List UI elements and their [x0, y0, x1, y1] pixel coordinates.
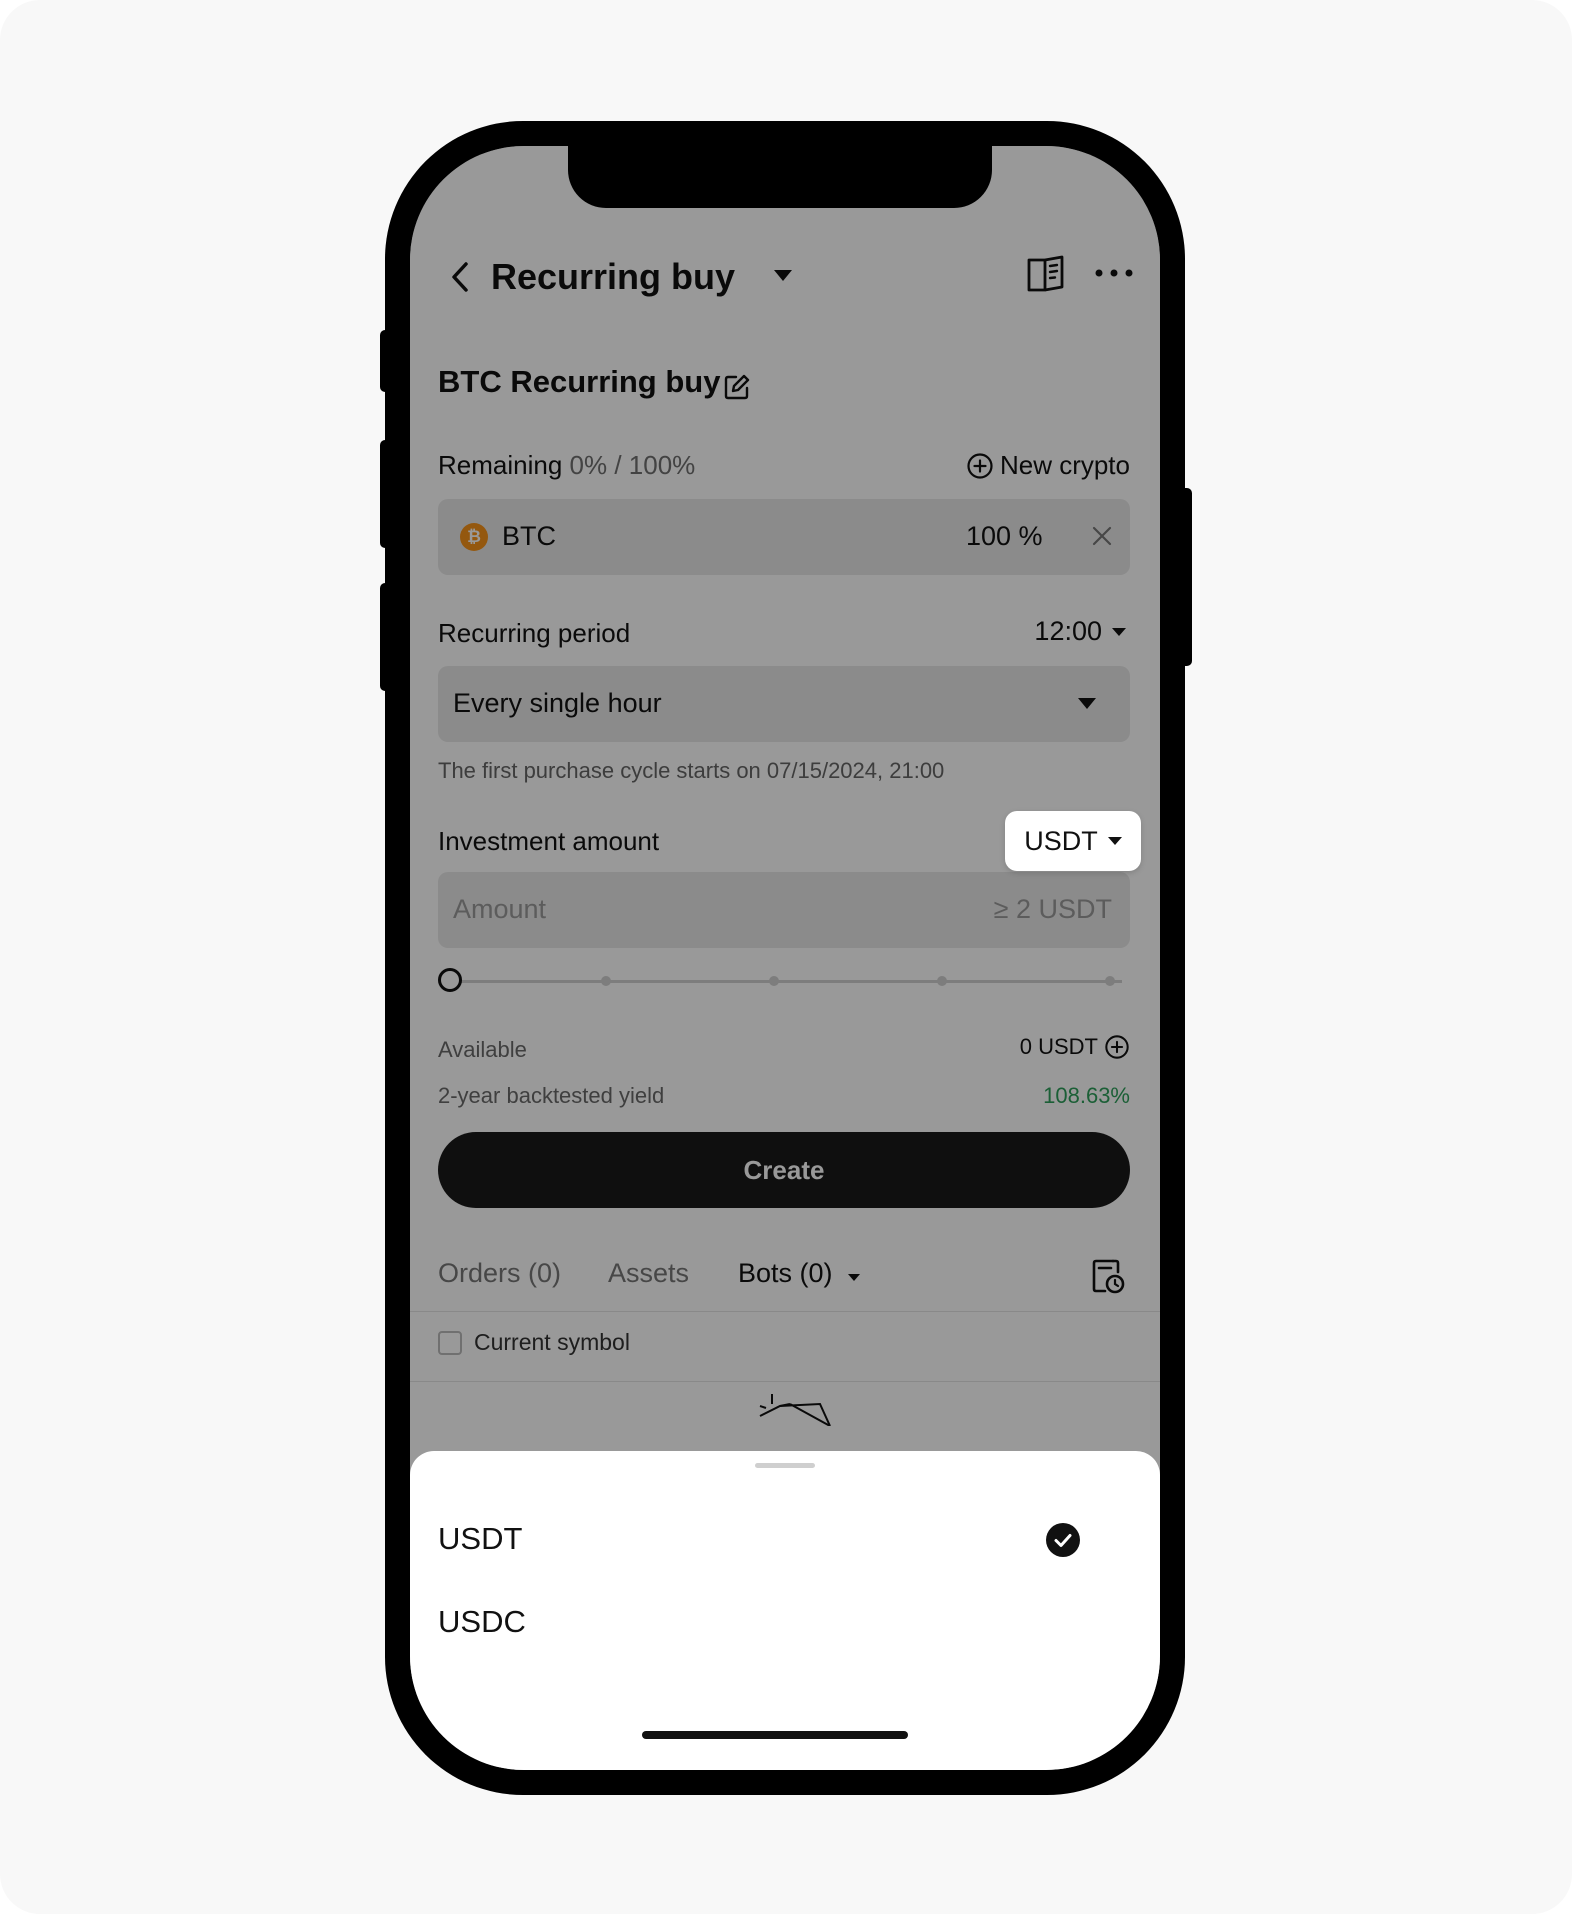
currency-select-value: USDT	[1024, 825, 1098, 856]
phone-screen: Recurring buy BTC Recurring buy Remainin…	[410, 146, 1160, 1770]
option-usdt[interactable]: USDT	[438, 1521, 522, 1557]
currency-bottom-sheet: USDT USDC	[410, 1451, 1160, 1770]
check-icon	[1046, 1523, 1080, 1557]
option-usdc[interactable]: USDC	[438, 1604, 526, 1640]
caret-down-icon	[1107, 837, 1122, 845]
phone-frame: Recurring buy BTC Recurring buy Remainin…	[385, 121, 1185, 1795]
sheet-handle[interactable]	[755, 1463, 815, 1468]
home-indicator	[642, 1731, 908, 1739]
currency-select[interactable]: USDT	[1005, 811, 1141, 871]
